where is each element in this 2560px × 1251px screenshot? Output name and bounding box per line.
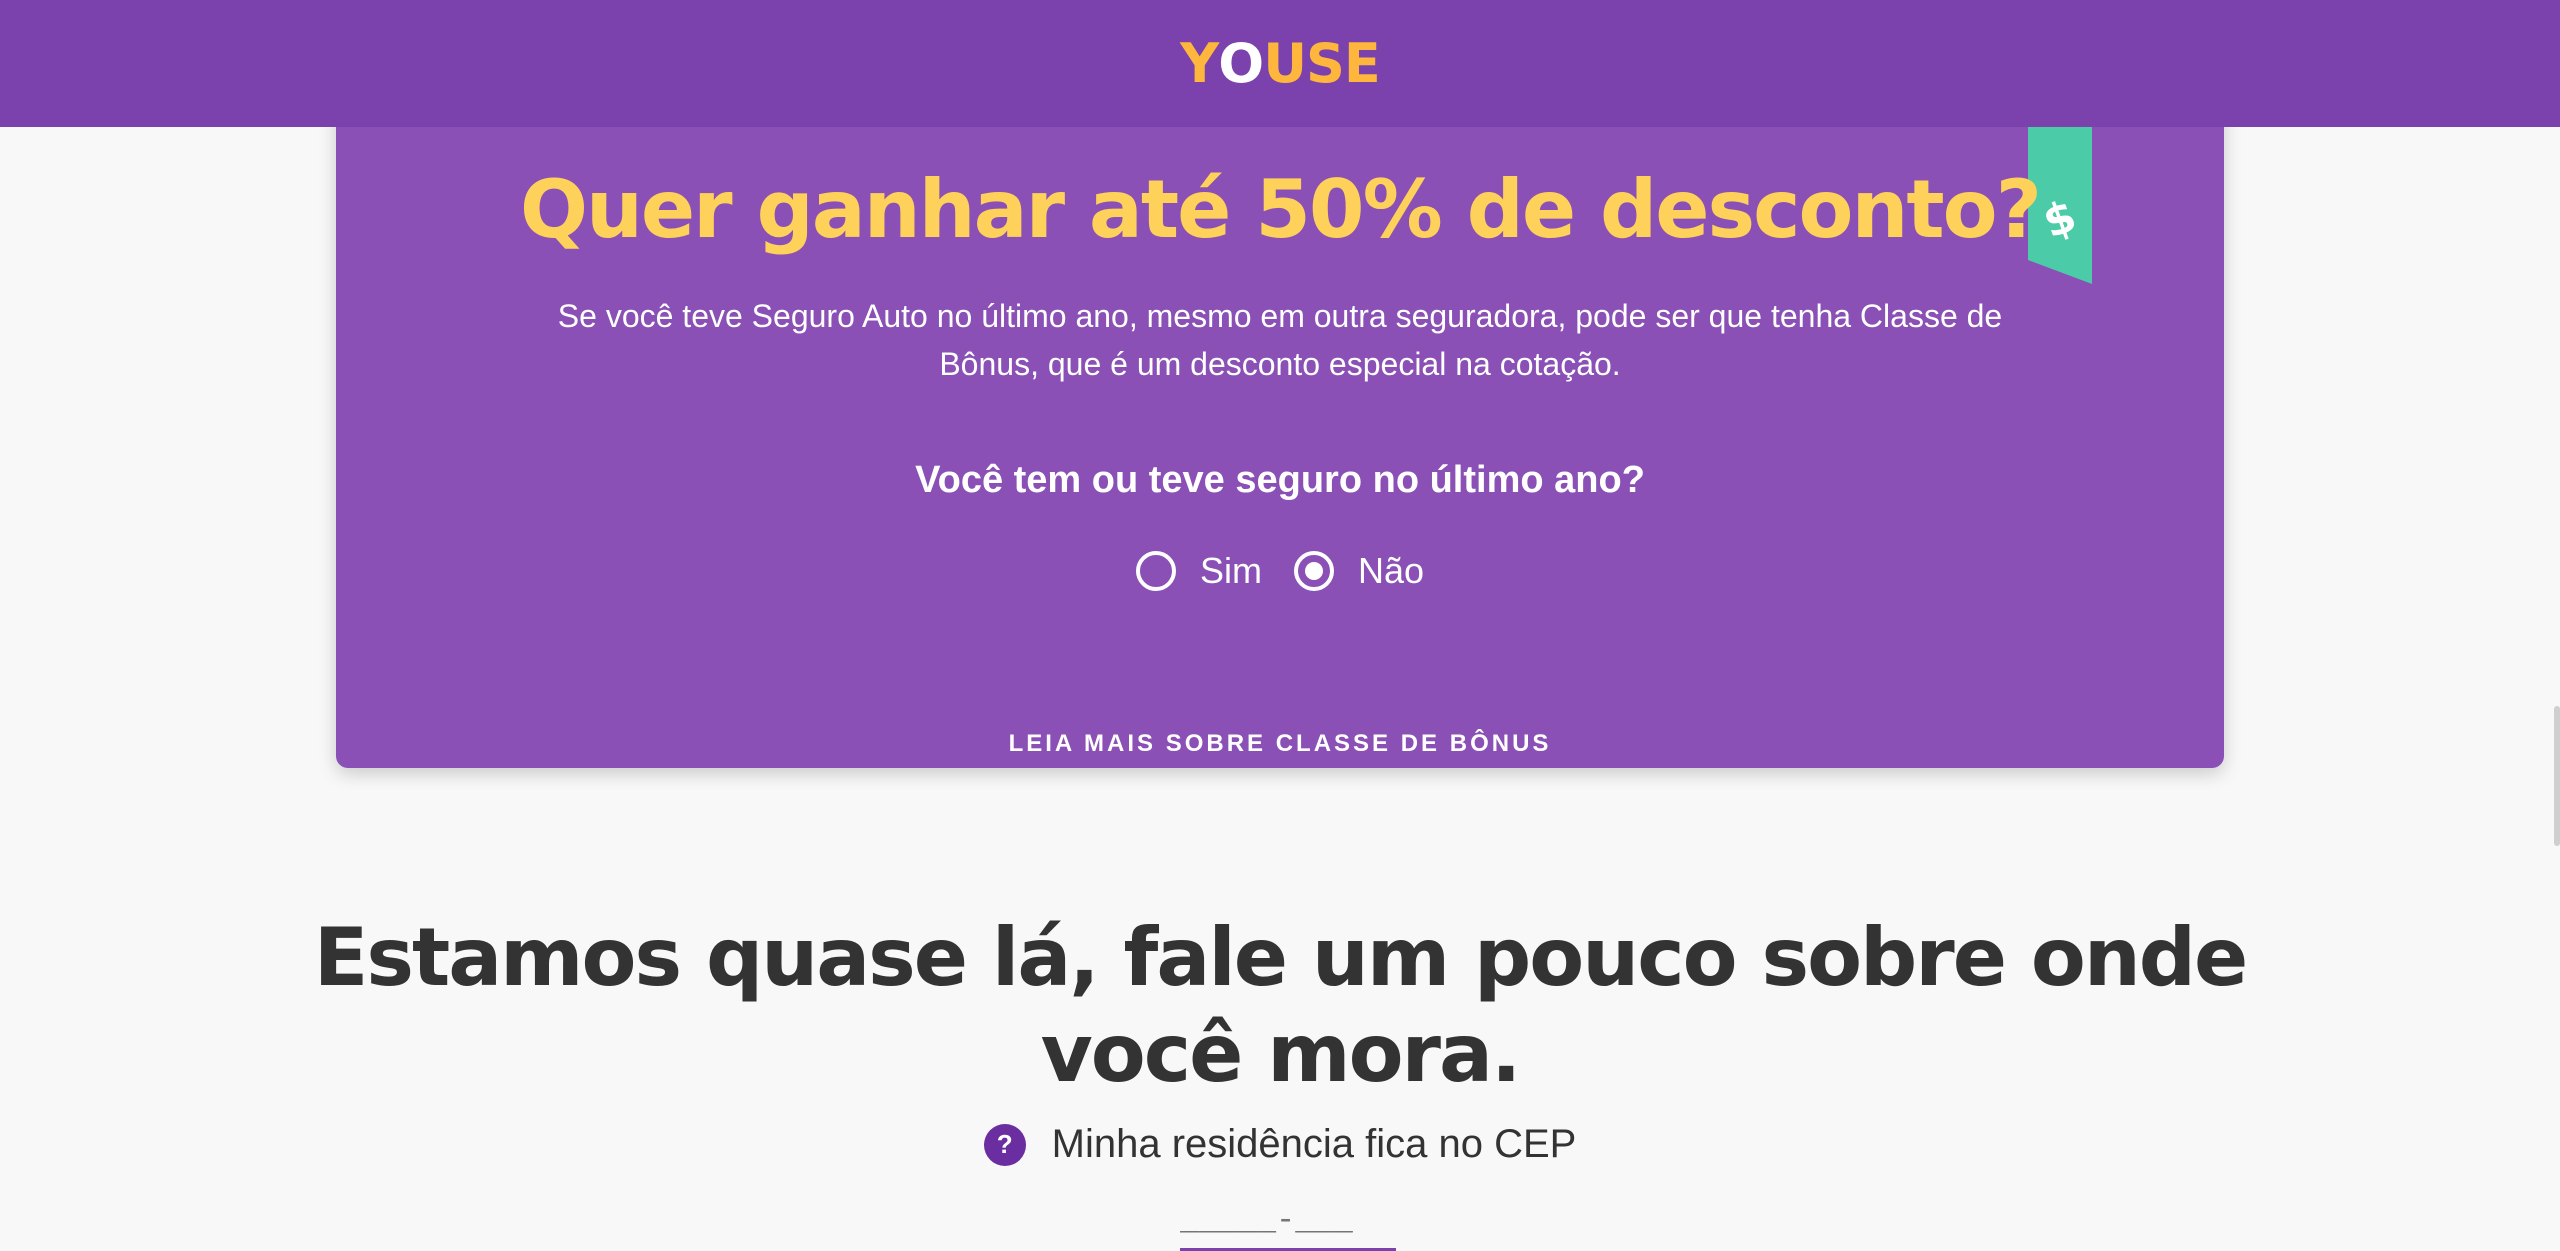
radio-button-nao[interactable]	[1293, 551, 1334, 591]
insurance-question: Você tem ou teve seguro no último ano?	[915, 459, 1645, 501]
youse-logo[interactable]: Y O USE	[1180, 31, 1381, 95]
insurance-radio-group: Sim Não	[336, 550, 2224, 592]
top-navigation-bar: Y O USE	[0, 0, 2560, 127]
read-more-bonus-link[interactable]: LEIA MAIS SOBRE CLASSE DE BÔNUS	[336, 730, 2224, 758]
radio-label-nao: Não	[1357, 550, 1425, 591]
logo-letter-y: Y	[1180, 31, 1219, 95]
logo-letters-use: USE	[1263, 31, 1381, 95]
page-scrollbar[interactable]	[2554, 706, 2560, 846]
cep-input[interactable]	[1180, 1192, 1396, 1251]
address-section-title: Estamos quase lá, fale um pouco sobre on…	[313, 910, 2249, 1100]
bonus-class-card: $ Quer ganhar até 50% de desconto? Se vo…	[336, 60, 2224, 768]
radio-option-nao[interactable]: Não	[1293, 550, 1425, 592]
radio-button-sim[interactable]	[1135, 551, 1176, 591]
cep-question-row: ? Minha residência fica no CEP	[0, 1122, 2560, 1167]
cep-label: Minha residência fica no CEP	[1051, 1122, 1577, 1166]
logo-person-icon: O	[1218, 31, 1264, 95]
bonus-intro-text: Se você teve Seguro Auto no último ano, …	[557, 298, 2003, 382]
help-icon[interactable]: ?	[983, 1123, 1026, 1166]
bonus-headline: Quer ganhar até 50% de desconto?	[519, 163, 2042, 256]
radio-option-sim[interactable]: Sim	[1135, 550, 1262, 592]
radio-label-sim: Sim	[1199, 550, 1262, 591]
